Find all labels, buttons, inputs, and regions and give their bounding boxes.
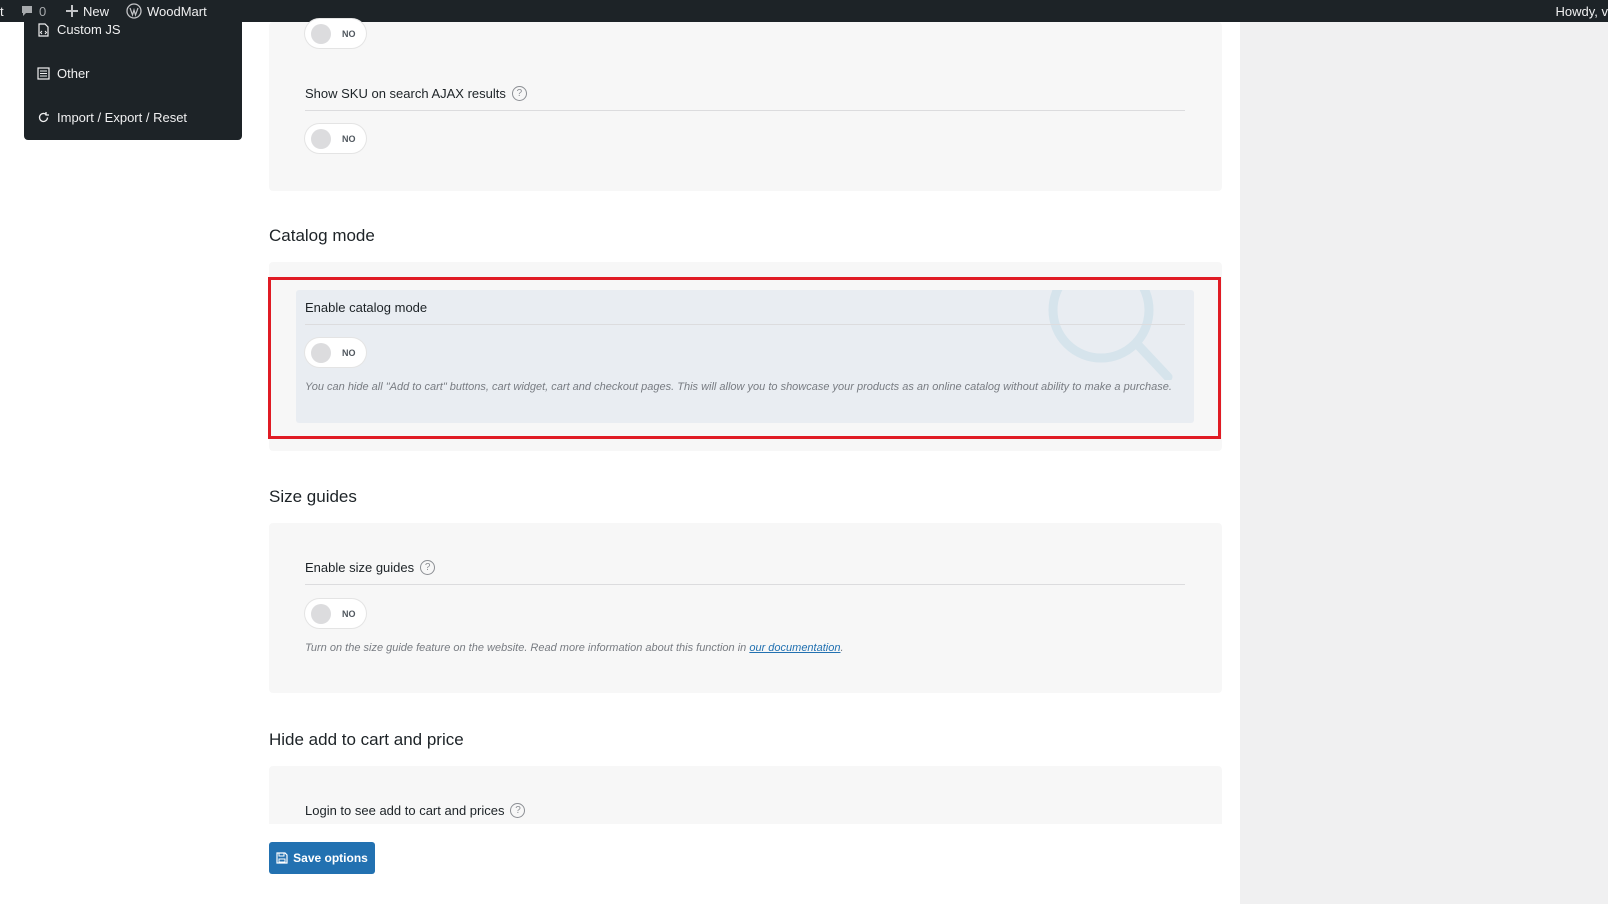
toggle-knob	[311, 128, 331, 149]
refresh-icon	[38, 112, 49, 123]
menu-item-label: Import / Export / Reset	[57, 110, 188, 125]
menu-item-import-export-reset[interactable]: Import / Export / Reset	[37, 110, 187, 125]
toggle-state: NO	[342, 608, 356, 619]
toggle-state: NO	[342, 133, 356, 144]
sku-label-text: Show SKU on search AJAX results	[305, 86, 506, 101]
size-guides-title: Size guides	[269, 487, 357, 506]
divider	[305, 584, 1185, 585]
enable-size-guides-label: Enable size guides ?	[305, 560, 436, 575]
help-icon[interactable]: ?	[511, 86, 527, 101]
right-background	[1240, 22, 1608, 904]
toggle-knob	[311, 23, 331, 44]
sku-toggle[interactable]: NO	[305, 124, 366, 153]
size-guides-card	[269, 523, 1222, 693]
size-guides-toggle[interactable]: NO	[305, 599, 366, 628]
login-to-see-label: Login to see add to cart and prices ?	[305, 803, 526, 818]
new-content-link[interactable]: New	[66, 0, 109, 22]
menu-item-label: Custom JS	[57, 22, 121, 37]
size-guides-label-text: Enable size guides	[305, 560, 415, 575]
divider	[305, 110, 1185, 111]
documentation-link[interactable]: our documentation	[749, 642, 840, 654]
save-icon	[276, 852, 288, 864]
wordpress-icon	[126, 3, 142, 19]
save-label: Save options	[293, 851, 368, 865]
sliders-icon	[37, 67, 50, 80]
new-label: New	[83, 3, 110, 19]
highlight-annotation-frame	[268, 277, 1221, 439]
login-label-text: Login to see add to cart and prices	[305, 803, 505, 818]
plus-icon	[66, 5, 78, 17]
menu-item-other[interactable]: Other	[37, 66, 90, 81]
toggle-state: NO	[342, 28, 356, 39]
theme-settings-menu: Custom JS Other Import / Export / Reset	[24, 22, 242, 140]
site-name-link[interactable]: WoodMart	[126, 0, 207, 22]
size-guides-description: Turn on the size guide feature on the we…	[305, 639, 1185, 658]
menu-item-custom-js[interactable]: Custom JS	[37, 22, 121, 37]
comments-link[interactable]: 0	[20, 0, 46, 22]
help-icon[interactable]: ?	[420, 560, 436, 575]
site-name: WoodMart	[147, 3, 207, 19]
sku-option-label: Show SKU on search AJAX results ?	[305, 86, 527, 101]
description-suffix: .	[840, 642, 844, 654]
file-code-icon	[38, 22, 49, 37]
catalog-mode-title: Catalog mode	[269, 226, 375, 245]
description-text: Turn on the size guide feature on the we…	[305, 642, 750, 654]
comments-count: 0	[39, 3, 47, 19]
hide-cart-title: Hide add to cart and price	[269, 730, 464, 749]
search-top-toggle[interactable]: NO	[305, 19, 366, 48]
admin-bar: t 0 New WoodMart Howdy, v	[0, 0, 1608, 22]
save-options-button[interactable]: Save options	[269, 842, 375, 874]
save-bar	[269, 824, 1222, 904]
toggle-knob	[311, 603, 331, 624]
search-options-card	[269, 22, 1222, 191]
menu-item-label: Other	[57, 66, 90, 81]
account-menu[interactable]: Howdy, v	[1556, 0, 1608, 22]
help-icon[interactable]: ?	[510, 803, 526, 818]
comment-icon	[22, 6, 32, 16]
admin-bar-cut-item[interactable]: t	[0, 0, 4, 22]
